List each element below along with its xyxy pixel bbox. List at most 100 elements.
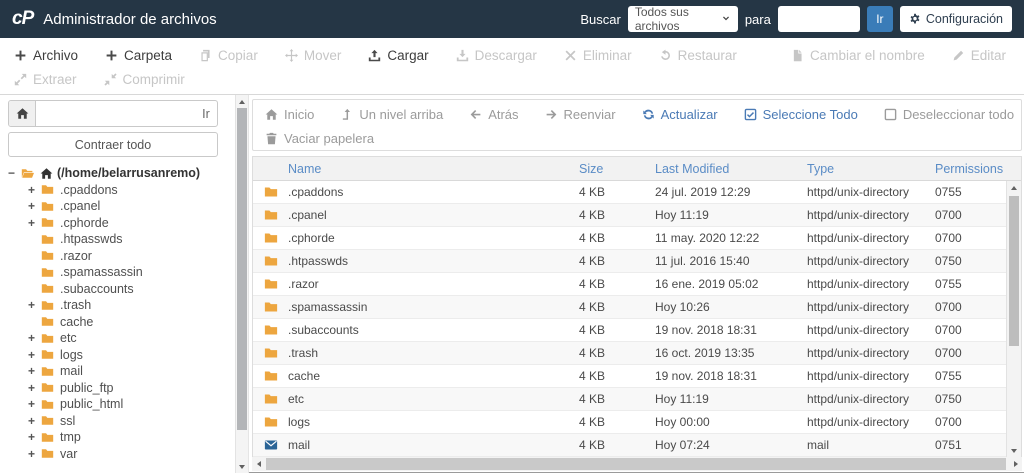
sidebar-home-button[interactable]: [9, 101, 36, 126]
new-file-button[interactable]: Archivo: [14, 48, 78, 63]
sidebar-path-input[interactable]: [36, 101, 195, 126]
folder-icon: [263, 369, 279, 383]
collapse-all-button[interactable]: Contraer todo: [8, 132, 218, 157]
tree-item-cache[interactable]: cache: [28, 314, 218, 331]
back-label: Atrás: [488, 106, 519, 122]
expand-toggle[interactable]: +: [28, 183, 40, 197]
column-header-size[interactable]: Size: [579, 162, 655, 176]
expand-toggle[interactable]: +: [28, 430, 40, 444]
column-header-type[interactable]: Type: [807, 162, 935, 176]
table-vertical-scrollbar[interactable]: [1006, 181, 1021, 457]
file-row[interactable]: .razor 4 KB 16 ene. 2019 05:02 httpd/unix-d…: [253, 273, 1021, 296]
file-size: 4 KB: [579, 277, 606, 291]
expand-toggle[interactable]: +: [28, 331, 40, 345]
empty-trash-button[interactable]: Vaciar papelera: [265, 131, 374, 146]
expand-toggle[interactable]: +: [28, 216, 40, 230]
expand-toggle[interactable]: +: [28, 199, 40, 213]
file-row[interactable]: .trash 4 KB 16 oct. 2019 13:35 httpd/unix-d…: [253, 342, 1021, 365]
file-row[interactable]: mail 4 KB Hoy 07:24 mail 0751: [253, 434, 1021, 457]
scroll-up-button[interactable]: [236, 95, 248, 108]
file-size: 4 KB: [579, 254, 606, 268]
tree-item-dot-cpanel[interactable]: + .cpanel: [28, 198, 218, 215]
select-all-button[interactable]: Seleccione Todo: [744, 107, 858, 122]
square-icon: [884, 108, 897, 121]
file-permissions: 0700: [935, 300, 962, 314]
upload-icon: [368, 49, 381, 62]
file-manager-window: cP Administrador de archivos Buscar Todo…: [0, 0, 1024, 473]
extract-button: Extraer: [14, 72, 77, 87]
expand-toggle[interactable]: +: [28, 364, 40, 378]
expand-toggle[interactable]: +: [28, 348, 40, 362]
expand-toggle[interactable]: +: [28, 397, 40, 411]
tree-item-public_html[interactable]: + public_html: [28, 396, 218, 413]
tree-item-tmp[interactable]: + tmp: [28, 429, 218, 446]
tree-item-ssl[interactable]: + ssl: [28, 413, 218, 430]
tree-item-var[interactable]: + var: [28, 446, 218, 463]
file-row[interactable]: .cpaddons 4 KB 24 jul. 2019 12:29 httpd/uni…: [253, 181, 1021, 204]
scrollbar-thumb[interactable]: [266, 458, 1006, 470]
new-folder-label: Carpeta: [124, 47, 173, 63]
home-icon: [265, 108, 278, 121]
tree-item-public_ftp[interactable]: + public_ftp: [28, 380, 218, 397]
scroll-down-button[interactable]: [236, 460, 248, 473]
upload-label: Cargar: [387, 47, 429, 63]
tree-item-label: logs: [60, 347, 83, 362]
delete-label: Eliminar: [582, 47, 632, 63]
scroll-down-button[interactable]: [1007, 444, 1021, 457]
search-scope-select[interactable]: Todos sus archivos: [627, 5, 738, 33]
scrollbar-thumb[interactable]: [1009, 196, 1019, 346]
tree-item-mail[interactable]: + mail: [28, 363, 218, 380]
sidebar-go-button[interactable]: Ir: [195, 101, 217, 126]
forward-button[interactable]: Reenviar: [545, 107, 616, 122]
file-row[interactable]: .cphorde 4 KB 11 may. 2020 12:22 httpd/unix…: [253, 227, 1021, 250]
file-row[interactable]: .htpasswds 4 KB 11 jul. 2016 15:40 httpd/un…: [253, 250, 1021, 273]
column-header-name[interactable]: Name: [253, 162, 579, 176]
settings-button[interactable]: Configuración: [899, 6, 1012, 32]
column-header-permissions[interactable]: Permissions: [935, 162, 1005, 176]
undo-icon: [659, 49, 672, 62]
tree-root-item[interactable]: − (/home/belarrusanremo): [8, 165, 218, 182]
tree-item-dot-subaccounts[interactable]: .subaccounts: [28, 281, 218, 298]
unselect-all-button[interactable]: Deseleccionar todo: [884, 107, 1014, 122]
expand-toggle[interactable]: +: [28, 298, 40, 312]
file-type: httpd/unix-directory: [807, 231, 910, 245]
up-one-level-button[interactable]: Un nivel arriba: [340, 107, 443, 122]
tree-item-dot-htpasswds[interactable]: .htpasswds: [28, 231, 218, 248]
collapse-toggle[interactable]: −: [8, 166, 20, 180]
back-button[interactable]: Atrás: [469, 106, 519, 122]
file-row[interactable]: .subaccounts 4 KB 19 nov. 2018 18:31 httpd/…: [253, 319, 1021, 342]
file-row[interactable]: logs 4 KB Hoy 00:00 httpd/unix-directory 070…: [253, 411, 1021, 434]
file-row[interactable]: .cpanel 4 KB Hoy 11:19 httpd/unix-directory…: [253, 204, 1021, 227]
file-type: httpd/unix-directory: [807, 300, 910, 314]
scrollbar-thumb[interactable]: [237, 108, 247, 430]
tree-item-dot-razor[interactable]: .razor: [28, 248, 218, 265]
reload-button[interactable]: Actualizar: [642, 107, 718, 122]
caret-down-icon: [239, 464, 245, 469]
expand-toggle[interactable]: +: [28, 414, 40, 428]
column-header-last-modified[interactable]: Last Modified: [655, 162, 807, 176]
tree-item-dot-cphorde[interactable]: + .cphorde: [28, 215, 218, 232]
tree-item-logs[interactable]: + logs: [28, 347, 218, 364]
expand-toggle[interactable]: +: [28, 381, 40, 395]
file-permissions: 0755: [935, 277, 962, 291]
tree-item-dot-spamassassin[interactable]: .spamassassin: [28, 264, 218, 281]
tree-item-dot-trash[interactable]: + .trash: [28, 297, 218, 314]
tree-item-dot-cpaddons[interactable]: + .cpaddons: [28, 182, 218, 199]
file-row[interactable]: .spamassassin 4 KB Hoy 10:26 httpd/unix-dir…: [253, 296, 1021, 319]
cpanel-logo: cP: [12, 8, 34, 29]
expand-toggle[interactable]: +: [28, 447, 40, 461]
tree-item-etc[interactable]: + etc: [28, 330, 218, 347]
file-row[interactable]: cache 4 KB 19 nov. 2018 18:31 httpd/unix-di…: [253, 365, 1021, 388]
search-go-button[interactable]: Ir: [866, 6, 893, 32]
scroll-up-button[interactable]: [1007, 181, 1021, 194]
go-home-button[interactable]: Inicio: [265, 107, 314, 122]
file-type: mail: [807, 438, 830, 452]
header-search-area: Buscar Todos sus archivos para Ir Config…: [580, 5, 1012, 33]
search-input[interactable]: [777, 6, 860, 32]
upload-button[interactable]: Cargar: [368, 47, 429, 63]
file-row[interactable]: etc 4 KB Hoy 11:19 httpd/unix-directory 0750: [253, 388, 1021, 411]
file-last-modified: Hoy 07:24: [655, 438, 710, 452]
sidebar-scrollbar[interactable]: [235, 95, 249, 473]
go-home-label: Inicio: [284, 106, 315, 122]
new-folder-button[interactable]: Carpeta: [105, 48, 172, 63]
